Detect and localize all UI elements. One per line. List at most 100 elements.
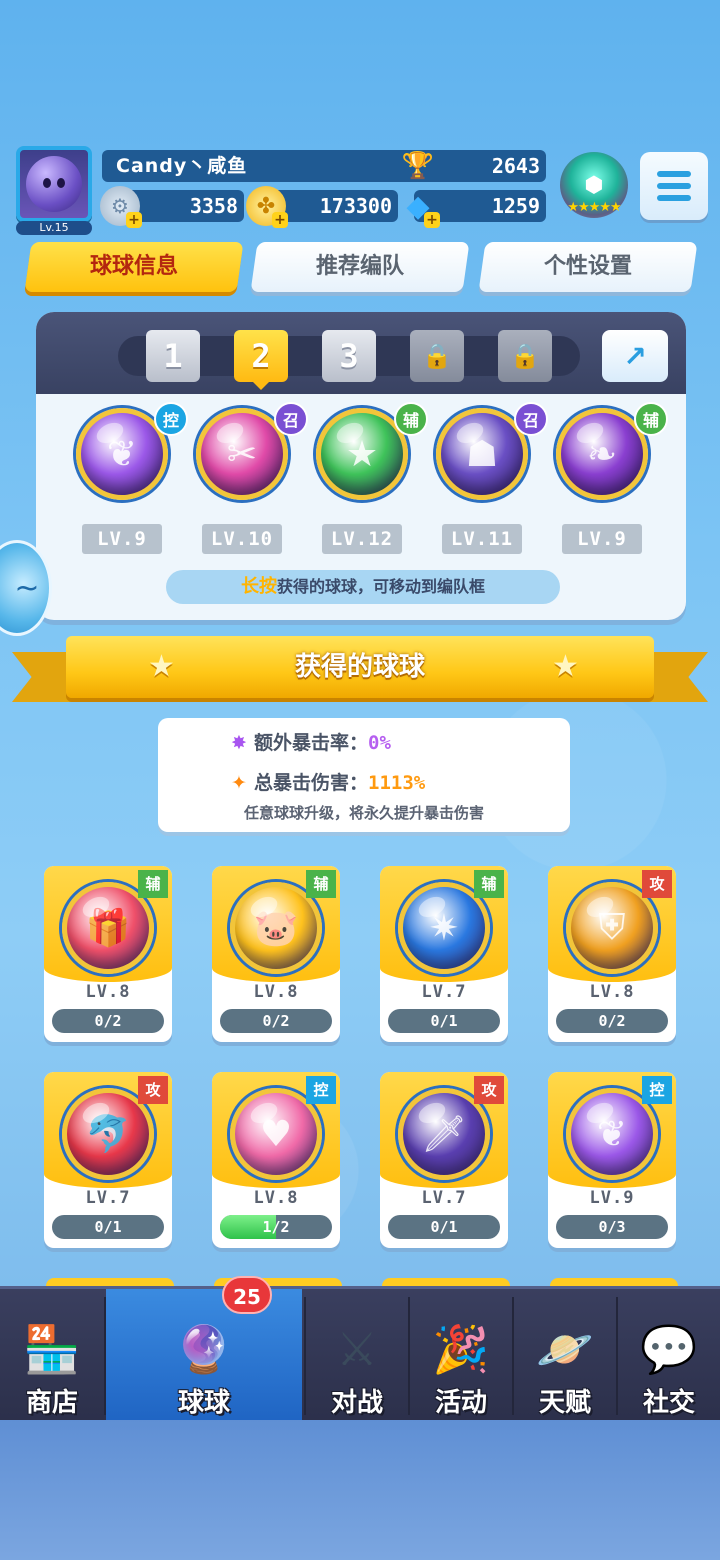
ball-level: LV.7	[421, 1188, 467, 1208]
crit-stats-box: ✸ 额外暴击率：0% ✦ 总暴击伤害：1113% 任意球球升级，将永久提升暴击伤害	[158, 718, 570, 832]
owned-ball-card[interactable]: ♥ 控 LV.8 1/2	[212, 1072, 340, 1248]
nav-talent[interactable]: 🪐 天赋	[514, 1289, 616, 1423]
ball-role-badge: 控	[306, 1076, 336, 1104]
ball-emblem-icon: 🗡	[421, 1114, 467, 1155]
tab-personal-settings[interactable]: 个性设置	[478, 242, 698, 292]
player-avatar[interactable]	[16, 146, 92, 222]
planet-icon: 🪐	[536, 1322, 594, 1376]
team-slot-2[interactable]: 2	[234, 330, 288, 382]
ball-emblem-icon: 🐬	[85, 1114, 131, 1155]
ball-emblem-icon: ☗	[465, 433, 499, 475]
section-title: 获得的球球	[294, 652, 425, 682]
crossed-swords-icon: ⚔	[336, 1322, 378, 1376]
nav-social[interactable]: 💬 社交	[618, 1289, 720, 1423]
ball-emblem-icon: ❧	[586, 433, 618, 475]
ball-role-badge: 召	[514, 402, 548, 436]
team-ball-level: LV.9	[82, 524, 162, 554]
owned-ball-card[interactable]: ⛨ 攻 LV.8 0/2	[548, 866, 676, 1042]
plus-icon: +	[272, 212, 288, 228]
team-slot-locked[interactable]: 🔒	[410, 330, 464, 382]
team-slot-3[interactable]: 3	[322, 330, 376, 382]
shark-icon: ~	[14, 570, 40, 606]
ball-emblem-icon: ❦	[106, 433, 138, 475]
upgrade-progress-text: 0/1	[430, 1218, 458, 1236]
notification-badge: 25	[222, 1276, 272, 1314]
ball-emblem-icon: ★	[345, 433, 379, 475]
lock-icon: 🔒	[422, 342, 452, 370]
ball-emblem-icon: 🐷	[253, 908, 299, 949]
upgrade-progress-text: 0/2	[262, 1012, 290, 1030]
ball-role-badge: 辅	[138, 870, 168, 898]
drag-hint: 长按获得的球球，可移动到编队框	[166, 570, 560, 604]
player-level: Lv.15	[16, 221, 92, 235]
star-icon: ★	[552, 649, 579, 684]
owned-ball-card[interactable]: ❦ 控 LV.9 0/3	[548, 1072, 676, 1248]
team-slot-locked[interactable]: 🔒	[498, 330, 552, 382]
share-button[interactable]: ↗	[602, 330, 668, 382]
upgrade-progress-text: 0/1	[94, 1218, 122, 1236]
section-ribbon: ★ 获得的球球 ★	[66, 636, 654, 698]
nav-events[interactable]: 🎉 活动	[410, 1289, 512, 1423]
menu-button[interactable]	[640, 152, 708, 220]
ball-level: LV.8	[589, 982, 635, 1002]
ball-emblem-icon: ❦	[596, 1113, 628, 1155]
ball-role-badge: 攻	[138, 1076, 168, 1104]
active-slot-pointer	[251, 380, 271, 390]
owned-ball-card[interactable]: 🐷 辅 LV.8 0/2	[212, 866, 340, 1042]
upgrade-progress-bar: 0/1	[388, 1215, 500, 1239]
rank-stars-icon: ★★★★★	[567, 200, 621, 215]
owned-ball-card[interactable]: 🎁 辅 LV.8 0/2	[44, 866, 172, 1042]
extra-crit-row: ✸ 额外暴击率：0%	[158, 726, 570, 760]
owned-ball-card[interactable]: ✷ 辅 LV.7 0/1	[380, 866, 508, 1042]
team-slot-1[interactable]: 1	[146, 330, 200, 382]
ball-emblem-icon: ✂	[226, 433, 258, 475]
tab-recommended-team[interactable]: 推荐编队	[250, 242, 470, 292]
ball-role-badge: 辅	[306, 870, 336, 898]
gem-add-button[interactable]: ◆ +	[398, 186, 440, 228]
ball-emblem-icon: ♥	[259, 1113, 293, 1155]
upgrade-progress-bar: 0/2	[52, 1009, 164, 1033]
upgrade-progress-text: 0/1	[430, 1012, 458, 1030]
party-popper-icon: 🎉	[432, 1322, 490, 1376]
plus-icon: +	[126, 212, 142, 228]
tab-ball-info[interactable]: 球球信息	[24, 242, 244, 292]
upgrade-progress-bar: 0/1	[52, 1215, 164, 1239]
upgrade-progress-bar: 0/3	[556, 1215, 668, 1239]
nav-shop[interactable]: 🏪 商店	[0, 1289, 104, 1423]
team-ball-level: LV.10	[202, 524, 282, 554]
burst-icon: ✸	[231, 732, 247, 754]
nav-battle[interactable]: ⚔ 对战	[306, 1289, 408, 1423]
owned-ball-card[interactable]: 🗡 攻 LV.7 0/1	[380, 1072, 508, 1248]
total-crit-row: ✦ 总暴击伤害：1113%	[158, 766, 570, 800]
upgrade-progress-text: 1/2	[262, 1218, 290, 1236]
team-panel: 1 2 3 🔒 🔒 ↗ ❦ 控 LV.9 ✂ 召 LV.10 ★ 辅 LV.12 ☗ 召 LV.11 ❧…	[36, 312, 686, 620]
star-icon: ★	[148, 649, 175, 684]
owned-ball-card[interactable]: 🐬 攻 LV.7 0/1	[44, 1072, 172, 1248]
lock-icon: 🔒	[510, 342, 540, 370]
upgrade-progress-text: 0/3	[598, 1218, 626, 1236]
ball-role-badge: 攻	[642, 870, 672, 898]
upgrade-progress-text: 0/2	[598, 1012, 626, 1030]
nav-balls[interactable]: 🔮 球球	[106, 1289, 302, 1423]
ball-emblem-icon: 🎁	[85, 908, 131, 949]
team-ball-level: LV.11	[442, 524, 522, 554]
ball-role-badge: 攻	[474, 1076, 504, 1104]
team-ball-level: LV.9	[562, 524, 642, 554]
menu-icon	[657, 171, 691, 177]
silver-add-button[interactable]: ⚙ +	[100, 186, 142, 228]
avatar-ghost-icon	[26, 156, 82, 212]
balls-icon: 🔮	[175, 1322, 233, 1376]
upgrade-progress-bar: 0/1	[388, 1009, 500, 1033]
coin-add-button[interactable]: ✤ +	[246, 186, 288, 228]
crit-slash-icon: ✦	[231, 772, 247, 794]
ball-emblem-icon: ✷	[428, 907, 460, 949]
upgrade-progress-bar: 0/2	[220, 1009, 332, 1033]
bottom-backdrop	[0, 1420, 720, 1560]
ball-role-badge: 召	[274, 402, 308, 436]
trophy-icon: 🏆	[401, 151, 435, 181]
ball-role-badge: 辅	[474, 870, 504, 898]
ball-emblem-icon: ⛨	[598, 907, 626, 948]
team-ball-level: LV.12	[322, 524, 402, 554]
trophy-count: 2643	[491, 154, 540, 178]
emerald-gem-icon: ⬢	[584, 172, 604, 198]
